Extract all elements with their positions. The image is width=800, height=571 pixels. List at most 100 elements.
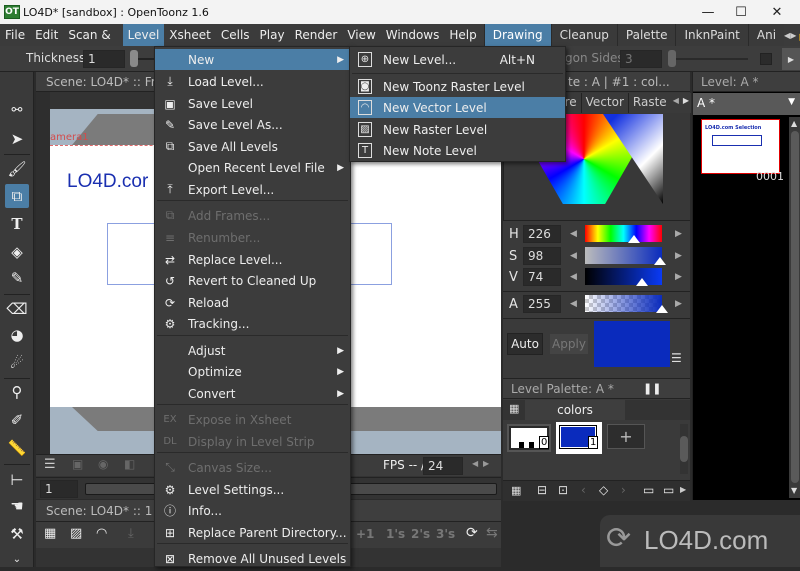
alpha-slider[interactable] xyxy=(585,295,662,312)
new-submenu-item-new-note-level[interactable]: T New Note Level xyxy=(350,140,565,161)
value-increase-icon[interactable]: ▶ xyxy=(675,272,682,282)
brush-tool-icon[interactable]: 🖌 xyxy=(5,157,29,181)
thickness-field[interactable]: 1 xyxy=(83,50,125,68)
palette-page-tab-colors[interactable]: colors xyxy=(525,400,625,420)
saturation-slider[interactable] xyxy=(585,247,662,264)
level-menu-item-replace-level[interactable]: ⇄ Replace Level... xyxy=(155,249,350,270)
next-key-icon[interactable]: › xyxy=(621,483,626,497)
menu-cells[interactable]: Cells xyxy=(216,24,255,46)
animate-tool-icon[interactable]: ⚯ xyxy=(5,98,29,122)
new-style-button[interactable]: + xyxy=(607,424,645,449)
more-tools-icon[interactable]: ⌄ xyxy=(5,547,29,571)
save-palette-as-icon[interactable]: ⊟ xyxy=(537,483,547,497)
new-toonz-raster-level-icon[interactable]: ▦ xyxy=(44,526,56,541)
thickness-slider-handle[interactable] xyxy=(130,50,138,67)
ruler-tool-icon[interactable]: 📏 xyxy=(5,436,29,460)
paint-brush-tool-icon[interactable]: ✎ xyxy=(5,266,29,290)
new-submenu-item-new-vector-level[interactable]: ◠ New Vector Level xyxy=(350,97,565,118)
level-menu-item-load-level[interactable]: ⤓ Load Level... xyxy=(155,71,350,92)
menu-file[interactable]: File xyxy=(0,24,30,46)
step-2s-button[interactable]: 2's xyxy=(411,527,430,541)
new-submenu-item-new-toonz-raster-level[interactable]: ◙ New Toonz Raster Level xyxy=(350,76,565,97)
value-field[interactable]: 74 xyxy=(523,268,561,286)
step-3s-button[interactable]: 3's xyxy=(436,527,455,541)
hand-tool-icon[interactable]: ☚ xyxy=(5,494,29,518)
level-menu-item-adjust[interactable]: Adjust ▶ xyxy=(155,340,350,361)
compare-icon[interactable]: ◧ xyxy=(124,457,135,471)
hue-slider[interactable] xyxy=(585,225,662,242)
apply-button[interactable]: Apply xyxy=(549,333,589,355)
palette-scrollbar[interactable] xyxy=(680,424,688,474)
saturation-slider-thumb[interactable] xyxy=(654,257,667,265)
style-chip-1-selected[interactable]: 1 xyxy=(556,422,602,454)
tab-vector[interactable]: Vector xyxy=(580,93,628,113)
freeze-palette-icon[interactable]: ❚❚ xyxy=(643,382,661,395)
style-editor-menu-icon[interactable]: ☰ xyxy=(671,351,682,365)
step-1s-button[interactable]: 1's xyxy=(386,527,405,541)
key-icon[interactable]: ◇ xyxy=(599,483,608,497)
tabs-scroll-left-icon[interactable]: ◀ xyxy=(671,93,681,113)
tape-tool-icon[interactable]: ◕ xyxy=(5,323,29,347)
hue-increase-icon[interactable]: ▶ xyxy=(675,229,682,239)
palette-icon[interactable]: ▭ xyxy=(663,483,674,497)
polygon-sides-field[interactable]: 3 xyxy=(620,50,662,68)
room-tab-palette[interactable]: Palette xyxy=(616,24,676,46)
selection-tool-icon[interactable]: ➤ xyxy=(5,127,29,151)
pump-tool-icon[interactable]: ⚒ xyxy=(5,522,29,546)
value-decrease-icon[interactable]: ◀ xyxy=(570,272,577,282)
saturation-decrease-icon[interactable]: ◀ xyxy=(570,251,577,261)
option-checkbox[interactable] xyxy=(760,53,772,65)
menu-scan-cleanup[interactable]: Scan & Cleanup xyxy=(63,24,122,64)
fps-decrease-icon[interactable]: ◀ xyxy=(472,459,478,468)
thickness-slider-track[interactable] xyxy=(138,58,154,60)
control-point-editor-icon[interactable]: ✐ xyxy=(5,408,29,432)
saturation-field[interactable]: 98 xyxy=(523,247,561,265)
polygon-slider-track[interactable] xyxy=(676,58,748,60)
alpha-increase-icon[interactable]: ▶ xyxy=(675,299,682,309)
fps-increase-icon[interactable]: ▶ xyxy=(483,459,489,468)
new-raster-level-icon[interactable]: ▨ xyxy=(70,526,82,541)
level-menu-item-reload[interactable]: ⟳ Reload xyxy=(155,292,350,313)
save-palette-icon[interactable]: ⊡ xyxy=(558,483,568,497)
close-button[interactable]: ✕ xyxy=(754,0,800,24)
room-tab-drawing[interactable]: Drawing xyxy=(483,24,551,46)
room-tab-ani[interactable]: Ani xyxy=(747,24,785,46)
level-menu-item-convert[interactable]: Convert ▶ xyxy=(155,383,350,404)
alpha-decrease-icon[interactable]: ◀ xyxy=(570,299,577,309)
frame-field[interactable]: 1 xyxy=(40,480,78,498)
level-menu-item-info[interactable]: ⓘ Info... xyxy=(155,500,350,521)
palette-grid-options-icon[interactable]: ▦ xyxy=(511,484,521,497)
level-frame-thumbnail[interactable]: LO4D.com Selection xyxy=(701,119,780,174)
style-chip-0[interactable]: 0 xyxy=(507,424,551,452)
level-menu-item-save-level-as[interactable]: ✎ Save Level As... xyxy=(155,114,350,135)
menu-edit[interactable]: Edit xyxy=(30,24,63,46)
level-menu-item-remove-all-unused-levels[interactable]: ⊠ Remove All Unused Levels xyxy=(155,548,350,569)
new-submenu-item-new-level[interactable]: ⊕ New Level... Alt+N xyxy=(350,49,565,70)
skeleton-tool-icon[interactable]: ⊢ xyxy=(5,468,29,492)
level-menu-item-new[interactable]: New ▶ xyxy=(155,49,350,70)
level-strip-scrollbar[interactable]: ▲ ▼ xyxy=(789,117,800,498)
saturation-increase-icon[interactable]: ▶ xyxy=(675,251,682,261)
menu-help[interactable]: Help xyxy=(444,24,481,46)
prev-key-icon[interactable]: ‹ xyxy=(581,483,586,497)
alpha-field[interactable]: 255 xyxy=(523,295,561,313)
new-vector-level-icon[interactable]: ◠ xyxy=(96,526,107,541)
level-menu-item-save-all-levels[interactable]: ⧉ Save All Levels xyxy=(155,136,350,157)
step-plus1-button[interactable]: +1 xyxy=(356,527,374,541)
room-tab-cleanup[interactable]: Cleanup xyxy=(550,24,617,46)
level-menu-item-tracking[interactable]: ⚙ Tracking... xyxy=(155,313,350,334)
level-menu-item-revert-to-cleaned-up[interactable]: ↺ Revert to Cleaned Up xyxy=(155,270,350,291)
lock-rooms-icon[interactable]: 🔓 xyxy=(796,28,800,43)
hue-slider-thumb[interactable] xyxy=(627,235,640,243)
hue-decrease-icon[interactable]: ◀ xyxy=(570,229,577,239)
menu-level[interactable]: Level xyxy=(122,24,165,46)
fill-tool-icon[interactable]: ◈ xyxy=(5,240,29,264)
level-menu-item-save-level[interactable]: ▣ Save Level xyxy=(155,93,350,114)
type-tool-icon[interactable]: T xyxy=(5,212,29,236)
hue-field[interactable]: 226 xyxy=(523,225,561,243)
viewer-menu-icon[interactable]: ☰ xyxy=(44,457,56,472)
level-menu-item-level-settings[interactable]: ⚙ Level Settings... xyxy=(155,479,350,500)
tabs-scroll-right-icon[interactable]: ▶ xyxy=(681,93,691,113)
rgb-picker-tool-icon[interactable]: ⚲ xyxy=(5,380,29,404)
camera-snapshot-icon[interactable]: ◉ xyxy=(98,457,108,471)
